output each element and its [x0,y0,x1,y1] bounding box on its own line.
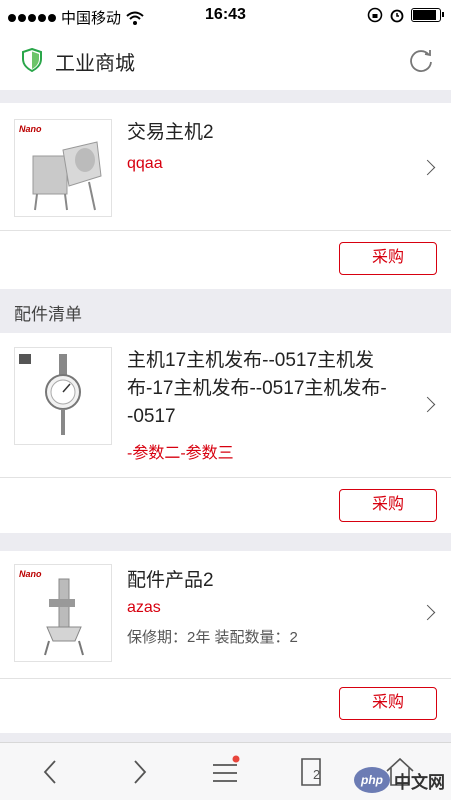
product-meta: 保修期：2年 装配数量：2 [127,629,298,646]
chevron-right-icon [419,159,436,176]
product-spec: -参数二-参数三 [127,445,234,462]
product-thumbnail: Nano [14,119,112,217]
battery-icon [411,8,444,22]
product-row[interactable]: Nano 配件产品2 azas 保修期：2年 装配数量：2 [0,551,451,679]
alarm-icon [390,9,404,23]
shield-icon [22,48,42,72]
gauge-image [19,354,81,435]
rotation-lock-icon [367,7,383,23]
product-spec: qqaa [127,155,163,172]
machine-image [44,578,84,656]
product-row[interactable]: 主机17主机发布--0517主机发布-17主机发布--0517主机发布--051… [0,333,451,478]
watermark-text: 中文网 [394,772,445,792]
product-name: 主机17主机发布--0517主机发布-17主机发布--0517主机发布--051… [127,350,387,427]
tabs-count: 2 [313,767,321,782]
status-bar: 中国移动 16:43 [0,0,451,32]
forward-icon[interactable] [122,755,156,789]
tabs-button[interactable]: 2 [296,755,330,789]
purchase-button[interactable]: 采购 [339,242,437,275]
product-card: Nano 交易主机2 qqaa 采购 [0,103,451,289]
chevron-right-icon [419,604,436,621]
purchase-button[interactable]: 采购 [339,489,437,522]
chevron-right-icon [419,396,436,413]
brand-logo: Nano [19,124,42,134]
site-watermark: php 中文网 [354,767,445,793]
product-row[interactable]: Nano 交易主机2 qqaa [0,103,451,231]
menu-icon[interactable] [208,755,242,789]
product-thumbnail [14,347,112,445]
php-logo: php [354,767,390,793]
brand-logo: Nano [19,569,42,579]
refresh-icon[interactable] [407,46,435,74]
status-right [367,7,444,23]
product-card: Nano 配件产品2 azas 保修期：2年 装配数量：2 采购 [0,551,451,733]
product-thumbnail: Nano [14,564,112,662]
section-title: 配件清单 [14,305,82,324]
section-header: 配件清单 [0,289,451,333]
product-name: 配件产品2 [127,570,214,591]
purchase-button[interactable]: 采购 [339,687,437,720]
product-name: 交易主机2 [127,122,214,143]
back-icon[interactable] [34,755,68,789]
product-spec: azas [127,599,161,616]
product-card: 主机17主机发布--0517主机发布-17主机发布--0517主机发布--051… [0,333,451,533]
app-header: 工业商城 [0,32,451,90]
page-title: 工业商城 [55,53,135,75]
machine-image [32,141,102,211]
